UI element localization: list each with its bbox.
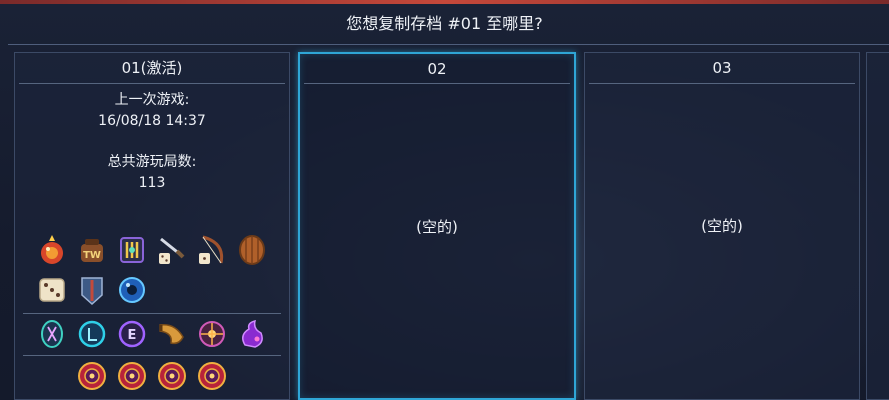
red-medallion-icon <box>115 359 149 393</box>
svg-text:E: E <box>128 328 137 343</box>
items-row-divider <box>23 355 281 356</box>
red-medallion-icon <box>75 359 109 393</box>
spark-rune-icon <box>195 317 229 351</box>
last-played-label: 上一次游戏: <box>114 92 190 108</box>
save-slot-02[interactable]: 02 (空的) <box>298 52 576 400</box>
slot-title-divider <box>589 83 855 84</box>
empty-slot-label: (空的) <box>701 217 743 235</box>
horn-icon <box>155 317 189 351</box>
teal-rune-icon <box>35 317 69 351</box>
tw-bag-icon: TW <box>75 233 109 267</box>
svg-text:TW: TW <box>83 250 101 261</box>
red-medallion-icon <box>155 359 189 393</box>
bow-dice-icon <box>195 233 229 267</box>
slot-title-divider <box>304 83 570 84</box>
rune-scroll-icon <box>115 233 149 267</box>
empty-slot-label: (空的) <box>416 218 458 236</box>
slot-title: 01(激活) <box>121 59 183 77</box>
purple-flame-icon <box>235 317 269 351</box>
save-slot-01[interactable]: 01(激活) 上一次游戏: 16/08/18 14:37 总共游玩局数: 113… <box>14 52 290 400</box>
purple-e-rune-icon: E <box>115 317 149 351</box>
wooden-shield-icon <box>235 233 269 267</box>
heavy-armor-icon <box>75 273 109 307</box>
slot-title-divider <box>19 83 285 84</box>
slot-title: 02 <box>427 60 447 78</box>
copy-save-screen: 您想复制存档 #01 至哪里? 01(激活) 上一次游戏: 16/08/18 1… <box>0 0 889 400</box>
blue-cell-icon <box>75 317 109 351</box>
blue-orb-icon <box>115 273 149 307</box>
copy-prompt-title: 您想复制存档 #01 至哪里? <box>346 14 543 33</box>
save-slot-next-partial[interactable] <box>866 52 889 400</box>
dice-icon <box>35 273 69 307</box>
total-runs-label: 总共游玩局数: <box>107 154 197 170</box>
fire-bomb-icon <box>35 233 69 267</box>
total-runs-value: 113 <box>138 175 166 191</box>
header-divider <box>8 44 889 45</box>
last-played-value: 16/08/18 14:37 <box>98 113 206 129</box>
items-row-divider <box>23 313 281 314</box>
red-medallion-icon <box>195 359 229 393</box>
sword-dice-icon <box>155 233 189 267</box>
save-slot-03[interactable]: 03 (空的) <box>584 52 860 400</box>
slot-title: 03 <box>712 59 732 77</box>
